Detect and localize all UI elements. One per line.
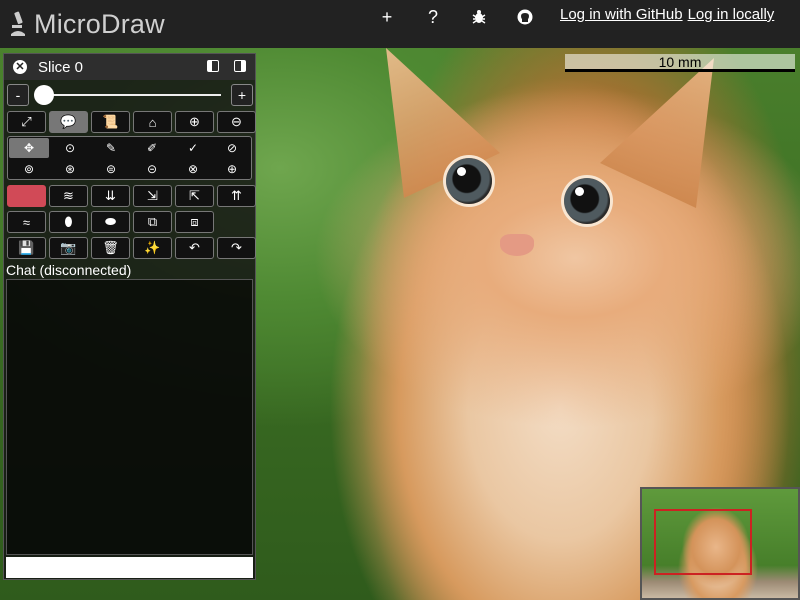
slice-prev-button[interactable]: -: [7, 84, 29, 106]
delete-icon[interactable]: 🗑: [91, 237, 130, 259]
kitten-ear-right: [600, 58, 714, 208]
undo-icon[interactable]: ↶: [175, 237, 214, 259]
magic-wand-icon[interactable]: ✨: [133, 237, 172, 259]
delete-point-icon[interactable]: ⊚: [9, 159, 49, 179]
tools-panel: ✕ Slice 0 - + ⤢ 💬 📜 ⌂ ⊕ ⊖ ✥ ⊙ ✎ ✐ ✓ ⊘ ⊚ …: [3, 53, 256, 580]
draw-tools-grid: ✥ ⊙ ✎ ✐ ✓ ⊘ ⊚ ⊛ ⊜ ⊝ ⊗ ⊕: [7, 136, 252, 180]
smooth-icon[interactable]: ⊜: [91, 159, 131, 179]
layers-icon[interactable]: ≋: [49, 185, 88, 207]
bug-icon[interactable]: [456, 6, 502, 28]
bring-forward-icon[interactable]: ⇱: [175, 185, 214, 207]
bring-to-front-icon[interactable]: ⇈: [217, 185, 256, 207]
region-color-swatch[interactable]: [7, 185, 46, 207]
zoom-in-icon[interactable]: ⊕: [175, 111, 214, 133]
close-icon[interactable]: ✕: [13, 60, 27, 74]
draw-icon[interactable]: ✎: [91, 138, 131, 158]
github-icon[interactable]: [502, 6, 548, 28]
kitten-eye-left: [446, 158, 492, 204]
chat-messages[interactable]: [6, 279, 253, 555]
slice-slider-knob[interactable]: [34, 85, 54, 105]
script-icon[interactable]: 📜: [91, 111, 130, 133]
login-links: Log in with GitHub Log in locally: [560, 6, 774, 23]
add-region-icon[interactable]: ⊛: [50, 159, 90, 179]
rotate-region-icon[interactable]: ⬮: [49, 211, 88, 233]
redo-icon[interactable]: ↷: [217, 237, 256, 259]
chat-label: Chat (disconnected): [6, 262, 132, 278]
select-region-icon[interactable]: ⊙: [50, 138, 90, 158]
draw-polygon-icon[interactable]: ✐: [132, 138, 172, 158]
save-icon[interactable]: 💾: [7, 237, 46, 259]
simplify-icon[interactable]: ✓: [173, 138, 213, 158]
file-ops-toolbar: 💾 📷 🗑 ✨ ↶ ↷: [7, 237, 256, 259]
union-region-icon[interactable]: ⊕: [212, 159, 252, 179]
dock-left-icon[interactable]: [207, 60, 219, 72]
brand: MicroDraw: [8, 6, 165, 42]
login-local-link[interactable]: Log in locally: [688, 6, 775, 23]
fullscreen-icon[interactable]: ⤢: [7, 111, 46, 133]
dock-right-icon[interactable]: [234, 60, 246, 72]
top-icons: + ?: [364, 6, 548, 28]
split-region-icon[interactable]: ⊗: [173, 159, 213, 179]
slice-slider-track[interactable]: [37, 94, 221, 96]
flip-region-icon[interactable]: ⊝: [132, 159, 172, 179]
kitten-nose: [500, 234, 534, 256]
chat-input[interactable]: [6, 557, 253, 578]
kitten-eye-right: [564, 178, 610, 224]
move-tool-icon[interactable]: ✥: [9, 138, 49, 158]
send-backward-icon[interactable]: ⇲: [133, 185, 172, 207]
send-to-back-icon[interactable]: ⇊: [91, 185, 130, 207]
toggle-handles-icon[interactable]: ≈: [7, 211, 46, 233]
chat-icon[interactable]: 💬: [49, 111, 88, 133]
paste-icon[interactable]: ⧈: [175, 211, 214, 233]
top-bar: MicroDraw + ? Log in with GitHub Log in …: [0, 0, 800, 48]
copy-icon[interactable]: ⧉: [133, 211, 172, 233]
zoom-out-icon[interactable]: ⊖: [217, 111, 256, 133]
navigator-viewport-rect[interactable]: [654, 509, 752, 575]
scale-bar: 10 mm: [565, 54, 795, 72]
help-icon[interactable]: ?: [410, 6, 456, 28]
region-ops-toolbar: ≈ ⬮ ⬬ ⧉ ⧈: [7, 211, 214, 233]
add-point-icon[interactable]: ⊘: [212, 138, 252, 158]
view-toolbar: ⤢ 💬 📜 ⌂ ⊕ ⊖: [7, 111, 256, 133]
navigator-thumbnail[interactable]: [640, 487, 800, 600]
flip-icon[interactable]: ⬬: [91, 211, 130, 233]
app-title: MicroDraw: [34, 8, 165, 39]
microscope-logo-icon: [11, 11, 25, 36]
add-icon[interactable]: +: [364, 6, 410, 28]
login-github-link[interactable]: Log in with GitHub: [560, 6, 683, 23]
slice-slider-row: - +: [7, 83, 255, 107]
slice-next-button[interactable]: +: [231, 84, 253, 106]
screenshot-icon[interactable]: 📷: [49, 237, 88, 259]
home-icon[interactable]: ⌂: [133, 111, 172, 133]
slice-title: Slice 0: [38, 59, 84, 76]
panel-header: ✕ Slice 0: [4, 54, 255, 80]
region-order-toolbar: ≋ ⇊ ⇲ ⇱ ⇈: [7, 185, 256, 207]
